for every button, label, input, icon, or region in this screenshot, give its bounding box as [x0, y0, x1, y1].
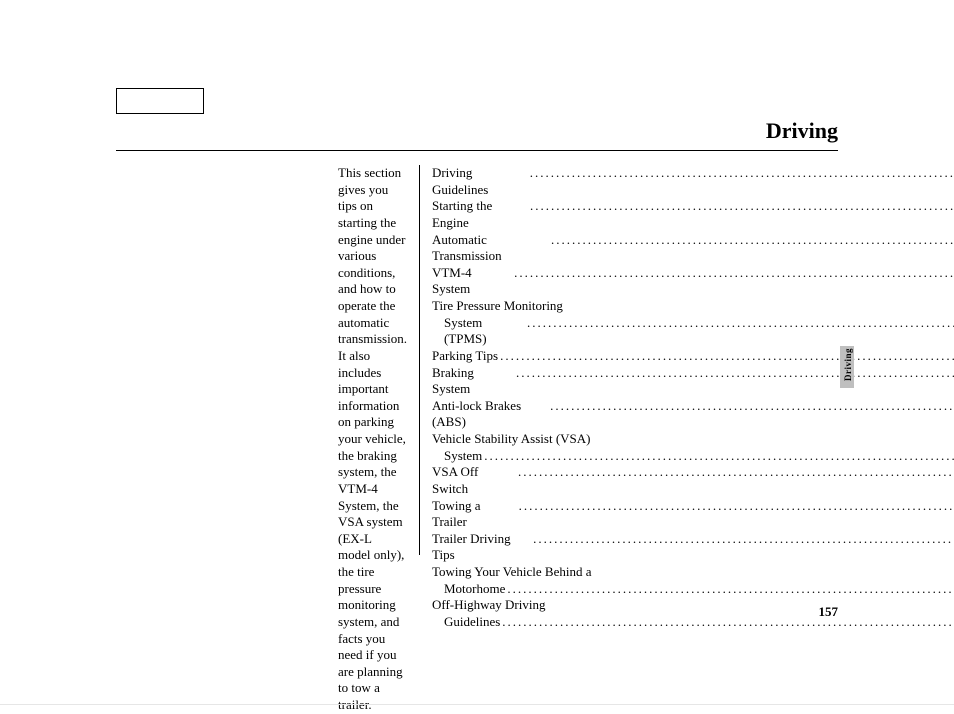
toc-leader-dots	[514, 265, 954, 282]
toc-label: System (TPMS)	[444, 315, 525, 348]
toc-label: Driving Guidelines	[432, 165, 528, 198]
toc-label: Automatic Transmission	[432, 232, 549, 265]
toc-label: Braking System	[432, 365, 514, 398]
toc-label: Tire Pressure Monitoring	[432, 298, 563, 315]
toc-entry: Towing Your Vehicle Behind a	[432, 564, 954, 581]
toc-entry: VSA Off Switch172	[432, 464, 954, 497]
intro-column: This section gives you tips on starting …	[338, 165, 420, 555]
toc-entry: Parking Tips167	[432, 348, 954, 365]
page-number: 157	[819, 604, 839, 620]
toc-leader-dots	[530, 165, 954, 182]
toc-entry: Starting the Engine159	[432, 198, 954, 231]
toc-leader-dots	[516, 365, 954, 382]
toc-label: Towing Your Vehicle Behind a	[432, 564, 592, 581]
toc-leader-dots	[502, 614, 954, 631]
content-columns: This section gives you tips on starting …	[338, 165, 772, 555]
toc-entry: Automatic Transmission160	[432, 232, 954, 265]
toc-leader-dots	[484, 448, 954, 465]
toc-label: System	[444, 448, 482, 465]
toc-label: Starting the Engine	[432, 198, 528, 231]
toc-entry: Guidelines183	[432, 614, 954, 631]
toc-label: Trailer Driving Tips	[432, 531, 531, 564]
section-title: Driving	[766, 118, 838, 144]
toc-leader-dots	[518, 464, 954, 481]
toc-label: Anti-lock Brakes (ABS)	[432, 398, 548, 431]
toc-entry: Trailer Driving Tips180	[432, 531, 954, 564]
toc-entry: System (TPMS)165	[432, 315, 954, 348]
toc-leader-dots	[530, 198, 954, 215]
toc-entry: Driving Guidelines158	[432, 165, 954, 198]
toc-entry: Tire Pressure Monitoring	[432, 298, 954, 315]
side-thumb-label: Driving	[843, 348, 853, 381]
toc-leader-dots	[519, 498, 954, 515]
toc-entry: Off-Highway Driving	[432, 597, 954, 614]
toc-entry: System171	[432, 448, 954, 465]
toc-label: VSA Off Switch	[432, 464, 516, 497]
toc-label: Vehicle Stability Assist (VSA)	[432, 431, 591, 448]
top-empty-box	[116, 88, 204, 114]
intro-paragraph: This section gives you tips on starting …	[338, 165, 407, 714]
toc-entry: Vehicle Stability Assist (VSA)	[432, 431, 954, 448]
toc-entry: Braking System168	[432, 365, 954, 398]
toc-leader-dots	[507, 581, 954, 598]
toc-entry: Towing a Trailer173	[432, 498, 954, 531]
toc-label: Motorhome	[444, 581, 505, 598]
toc-label: Towing a Trailer	[432, 498, 517, 531]
toc-leader-dots	[551, 232, 954, 249]
toc-label: Guidelines	[444, 614, 500, 631]
toc-label: VTM-4 System	[432, 265, 512, 298]
toc-leader-dots	[500, 348, 954, 365]
toc-entry: Anti-lock Brakes (ABS)169	[432, 398, 954, 431]
bottom-separator	[0, 704, 954, 705]
title-rule	[116, 150, 838, 151]
toc-entry: VTM-4 System164	[432, 265, 954, 298]
manual-page: Driving This section gives you tips on s…	[0, 0, 954, 710]
toc-column: Driving Guidelines158Starting the Engine…	[420, 165, 954, 555]
toc-leader-dots	[550, 398, 954, 415]
toc-leader-dots	[527, 315, 954, 332]
toc-label: Off-Highway Driving	[432, 597, 546, 614]
toc-entry: Motorhome182	[432, 581, 954, 598]
toc-leader-dots	[533, 531, 954, 548]
toc-label: Parking Tips	[432, 348, 498, 365]
